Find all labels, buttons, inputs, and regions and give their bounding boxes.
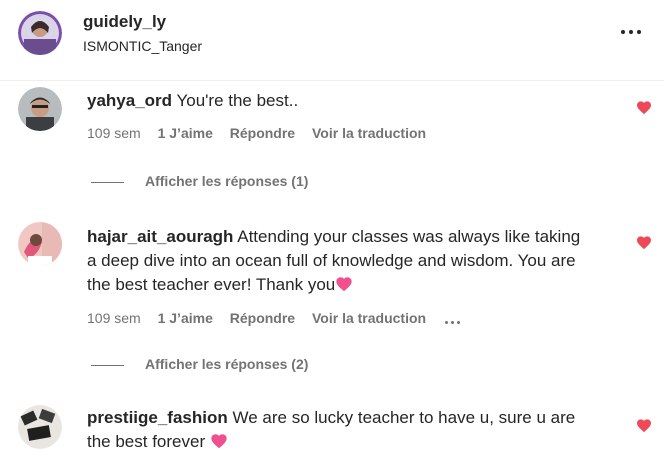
reply-button[interactable]: Répondre [230,125,295,141]
pink-heart-emoji [211,434,227,449]
post-header: guidely_ly ISMONTIC_Tanger [0,0,664,81]
comment-body: You're the best.. [176,91,299,110]
view-replies-label: Afficher les réponses (1) [145,173,309,189]
post-author-avatar[interactable] [18,11,62,55]
commenter-avatar[interactable] [18,87,62,131]
commenter-avatar[interactable] [18,222,62,266]
comment-age[interactable]: 109 sem [87,125,141,141]
commenter-avatar[interactable] [18,405,62,449]
heart-icon[interactable] [636,235,652,250]
view-replies-button[interactable]: Afficher les réponses (2) [91,356,308,372]
comment-username[interactable]: hajar_ait_aouragh [87,227,233,246]
comment-likes[interactable]: 1 J’aime [158,310,213,326]
translate-button[interactable]: Voir la traduction [312,125,426,141]
comment-text-block: yahya_ord You're the best.. [87,89,587,113]
view-replies-button[interactable]: Afficher les réponses (1) [91,173,308,189]
comment-username[interactable]: prestiige_fashion [87,408,228,427]
more-options-icon[interactable] [621,22,643,42]
heart-icon[interactable] [636,418,652,433]
comment-text-block: hajar_ait_aouragh Attending your classes… [87,225,587,297]
comment-meta: 109 sem 1 J’aime Répondre Voir la traduc… [87,310,476,327]
replies-divider [91,181,124,183]
comment-likes[interactable]: 1 J’aime [158,125,213,141]
post-location[interactable]: ISMONTIC_Tanger [83,38,202,54]
reply-button[interactable]: Répondre [230,310,295,326]
post-author-username[interactable]: guidely_ly [83,12,166,32]
translate-button[interactable]: Voir la traduction [312,310,426,326]
pink-heart-emoji [336,277,352,292]
comment-options-icon[interactable] [444,311,463,327]
view-replies-label: Afficher les réponses (2) [145,356,309,372]
comment-meta: 109 sem 1 J’aime Répondre Voir la traduc… [87,125,439,141]
comment-text-block: prestiige_fashion We are so lucky teache… [87,406,587,454]
comment-username[interactable]: yahya_ord [87,91,172,110]
replies-divider [91,364,124,366]
heart-icon[interactable] [636,100,652,115]
comment-age[interactable]: 109 sem [87,310,141,326]
